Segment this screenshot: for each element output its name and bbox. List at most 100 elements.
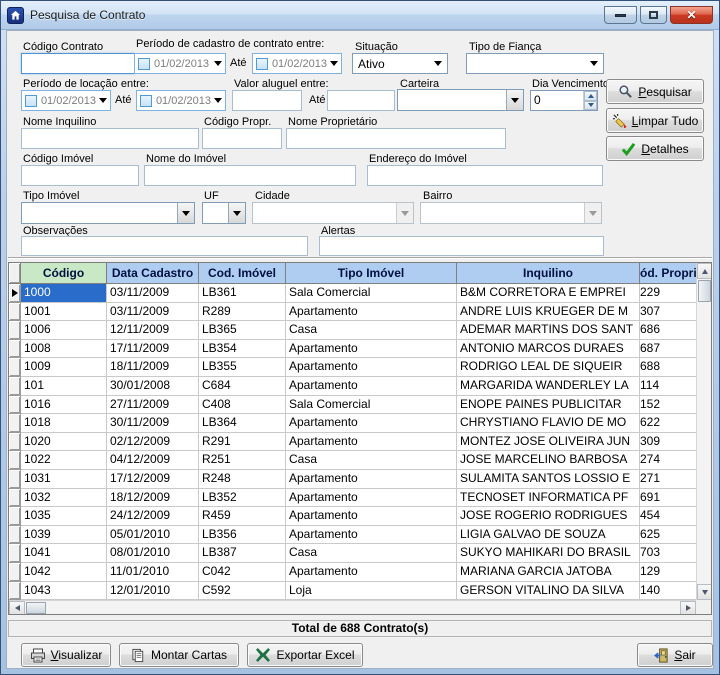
nome-imovel-input[interactable] bbox=[144, 165, 356, 186]
grid-cell[interactable]: Apartamento bbox=[286, 563, 457, 582]
row-indicator[interactable] bbox=[9, 451, 21, 470]
minimize-button[interactable] bbox=[604, 6, 637, 24]
grid-cell[interactable]: LB352 bbox=[199, 489, 286, 508]
grid-cell[interactable]: Apartamento bbox=[286, 358, 457, 377]
grid-cell[interactable]: 686 bbox=[640, 321, 698, 340]
pesquisar-button[interactable]: Pesquisar bbox=[606, 79, 704, 104]
limpar-tudo-button[interactable]: Limpar Tudo bbox=[606, 108, 704, 133]
grid-cell[interactable]: 1001 bbox=[21, 303, 107, 322]
grid-cell[interactable]: 08/01/2010 bbox=[107, 544, 199, 563]
scroll-right-button[interactable] bbox=[680, 601, 696, 615]
column-header[interactable]: Tipo Imóvel bbox=[286, 263, 457, 284]
grid-cell[interactable]: Sala Comercial bbox=[286, 284, 457, 303]
grid-cell[interactable]: 1043 bbox=[21, 582, 107, 601]
grid-cell[interactable]: JOSE MARCELINO BARBOSA bbox=[457, 451, 640, 470]
column-header[interactable]: Inquilino bbox=[457, 263, 640, 284]
detalhes-button[interactable]: Detalhes bbox=[606, 136, 704, 161]
grid-cell[interactable]: 02/12/2009 bbox=[107, 433, 199, 452]
grid-cell[interactable]: 12/11/2009 bbox=[107, 321, 199, 340]
grid-cell[interactable]: 18/11/2009 bbox=[107, 358, 199, 377]
grid-cell[interactable]: 1020 bbox=[21, 433, 107, 452]
grid-cell[interactable]: LB355 bbox=[199, 358, 286, 377]
grid-cell[interactable]: LB364 bbox=[199, 414, 286, 433]
grid-cell[interactable]: 1006 bbox=[21, 321, 107, 340]
grid-cell[interactable]: 703 bbox=[640, 544, 698, 563]
scroll-down-button[interactable] bbox=[697, 584, 712, 600]
chevron-down-icon[interactable] bbox=[99, 98, 107, 103]
grid-cell[interactable]: R251 bbox=[199, 451, 286, 470]
row-indicator[interactable] bbox=[9, 582, 21, 601]
scroll-left-button[interactable] bbox=[9, 601, 25, 615]
grid-cell[interactable]: R291 bbox=[199, 433, 286, 452]
combo-button[interactable] bbox=[506, 90, 523, 110]
chevron-down-icon[interactable] bbox=[214, 98, 222, 103]
grid-cell[interactable]: 1031 bbox=[21, 470, 107, 489]
situacao-combobox[interactable]: Ativo bbox=[352, 53, 448, 74]
grid-cell[interactable]: R248 bbox=[199, 470, 286, 489]
chevron-down-icon[interactable] bbox=[214, 61, 222, 66]
visualizar-button[interactable]: Visualizar bbox=[21, 643, 111, 667]
grid-cell[interactable]: 12/01/2010 bbox=[107, 582, 199, 601]
scroll-up-button[interactable] bbox=[697, 263, 712, 279]
grid-cell[interactable]: MARIANA GARCIA JATOBA bbox=[457, 563, 640, 582]
grid-cell[interactable]: MARGARIDA WANDERLEY LA bbox=[457, 377, 640, 396]
grid-cell[interactable]: R289 bbox=[199, 303, 286, 322]
grid-cell[interactable]: 03/11/2009 bbox=[107, 303, 199, 322]
grid-cell[interactable]: 1022 bbox=[21, 451, 107, 470]
grid-cell[interactable]: 17/11/2009 bbox=[107, 340, 199, 359]
grid-cell[interactable]: 03/11/2009 bbox=[107, 284, 199, 303]
row-indicator[interactable] bbox=[9, 303, 21, 322]
grid-cell[interactable]: 101 bbox=[21, 377, 107, 396]
grid-cell[interactable]: 30/11/2009 bbox=[107, 414, 199, 433]
exportar-excel-button[interactable]: Exportar Excel bbox=[247, 643, 363, 667]
row-indicator[interactable] bbox=[9, 321, 21, 340]
grid-cell[interactable]: 04/12/2009 bbox=[107, 451, 199, 470]
column-header[interactable]: Cod. Imóvel bbox=[199, 263, 286, 284]
combo-button[interactable] bbox=[177, 203, 194, 223]
grid-cell[interactable]: JOSE ROGERIO RODRIGUES bbox=[457, 507, 640, 526]
grid-cell[interactable]: 1041 bbox=[21, 544, 107, 563]
grid-cell[interactable]: ENOPE PAINES PUBLICITAR bbox=[457, 396, 640, 415]
cadastro-from-datepicker[interactable]: 01/02/2013 bbox=[134, 53, 226, 74]
grid-cell[interactable]: ADEMAR MARTINS DOS SANT bbox=[457, 321, 640, 340]
titlebar[interactable]: Pesquisa de Contrato ✕ bbox=[1, 1, 719, 30]
locacao-to-datepicker[interactable]: 01/02/2013 bbox=[136, 90, 226, 111]
grid-cell[interactable]: LIGIA GALVAO DE SOUZA bbox=[457, 526, 640, 545]
grid-cell[interactable]: 1039 bbox=[21, 526, 107, 545]
grid-cell[interactable]: MONTEZ JOSE OLIVEIRA JUN bbox=[457, 433, 640, 452]
dia-vencimento-spinner[interactable]: 0 bbox=[530, 90, 598, 111]
grid-cell[interactable]: LB365 bbox=[199, 321, 286, 340]
grid-cell[interactable]: 622 bbox=[640, 414, 698, 433]
column-header[interactable]: Data Cadastro bbox=[107, 263, 199, 284]
grid-cell[interactable]: 229 bbox=[640, 284, 698, 303]
grid-cell[interactable]: 274 bbox=[640, 451, 698, 470]
nome-inquilino-input[interactable] bbox=[21, 128, 199, 149]
grid-cell[interactable]: LB361 bbox=[199, 284, 286, 303]
row-indicator[interactable] bbox=[9, 433, 21, 452]
valor-from-input[interactable] bbox=[232, 90, 302, 111]
row-indicator[interactable] bbox=[9, 414, 21, 433]
grid-cell[interactable]: R459 bbox=[199, 507, 286, 526]
row-indicator[interactable] bbox=[9, 526, 21, 545]
alertas-input[interactable] bbox=[319, 236, 604, 256]
grid-cell[interactable]: CHRYSTIANO FLAVIO DE MO bbox=[457, 414, 640, 433]
grid-cell[interactable]: Apartamento bbox=[286, 414, 457, 433]
grid-cell[interactable]: 129 bbox=[640, 563, 698, 582]
grid-cell[interactable]: Apartamento bbox=[286, 489, 457, 508]
grid-cell[interactable]: B&M CORRETORA E EMPREI bbox=[457, 284, 640, 303]
grid-cell[interactable]: 18/12/2009 bbox=[107, 489, 199, 508]
spin-down-button[interactable] bbox=[584, 101, 597, 111]
column-header[interactable]: Código bbox=[21, 263, 107, 284]
grid-cell[interactable]: 30/01/2008 bbox=[107, 377, 199, 396]
grid-cell[interactable]: RODRIGO LEAL DE SIQUEIR bbox=[457, 358, 640, 377]
montar-cartas-button[interactable]: Montar Cartas bbox=[119, 643, 239, 667]
grid-cell[interactable]: Casa bbox=[286, 544, 457, 563]
grid-cell[interactable]: Sala Comercial bbox=[286, 396, 457, 415]
grid-cell[interactable]: Casa bbox=[286, 451, 457, 470]
grid-cell[interactable]: LB354 bbox=[199, 340, 286, 359]
cadastro-to-datepicker[interactable]: 01/02/2013 bbox=[252, 53, 342, 74]
sair-button[interactable]: Sair bbox=[637, 643, 713, 667]
row-indicator[interactable] bbox=[9, 377, 21, 396]
grid-cell[interactable]: 17/12/2009 bbox=[107, 470, 199, 489]
grid-cell[interactable]: C592 bbox=[199, 582, 286, 601]
